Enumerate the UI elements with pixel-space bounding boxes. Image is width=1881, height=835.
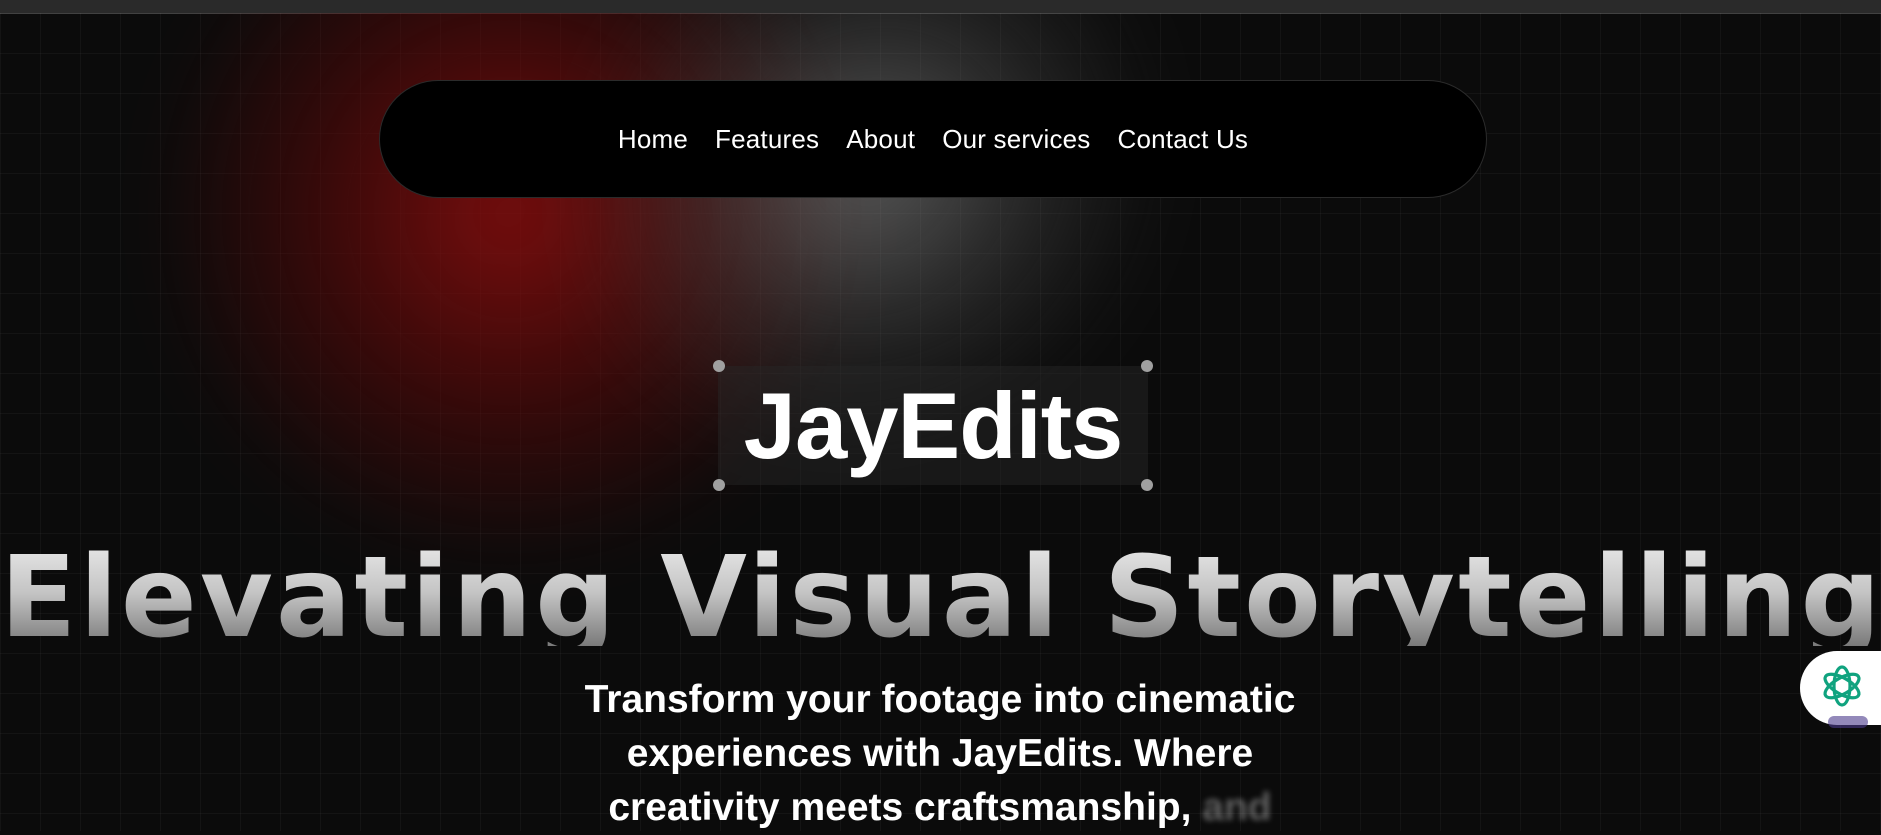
browser-top-strip: [0, 0, 1881, 14]
nav-item-features[interactable]: Features: [715, 124, 819, 155]
subtitle-faded-word: and: [1202, 786, 1272, 829]
selection-handle-bottom-right[interactable]: [1141, 479, 1153, 491]
selection-handle-bottom-left[interactable]: [713, 479, 725, 491]
chat-assistant-button[interactable]: [1800, 651, 1881, 725]
subtitle-line-3: creativity meets craftsmanship, and: [520, 781, 1360, 835]
nav-item-home[interactable]: Home: [618, 124, 688, 155]
hero-headline: Elevating Visual Storytelling: [0, 528, 1881, 646]
subtitle-line-1: Transform your footage into cinematic: [584, 678, 1296, 721]
subtitle-line-3-text: creativity meets craftsmanship,: [608, 786, 1192, 829]
hero-subtitle: Transform your footage into cinematic ex…: [520, 673, 1360, 835]
nav-item-contact-us[interactable]: Contact Us: [1118, 124, 1249, 155]
selection-handle-top-right[interactable]: [1141, 360, 1153, 372]
top-navigation: Home Features About Our services Contact…: [379, 80, 1487, 198]
nav-item-about[interactable]: About: [846, 124, 915, 155]
nav-item-our-services[interactable]: Our services: [942, 124, 1090, 155]
brand-title[interactable]: JayEdits: [718, 366, 1148, 485]
subtitle-line-2: experiences with JayEdits. Where: [626, 732, 1254, 775]
chat-button-accent: [1828, 716, 1868, 728]
openai-knot-icon: [1816, 660, 1868, 717]
selection-handle-top-left[interactable]: [713, 360, 725, 372]
